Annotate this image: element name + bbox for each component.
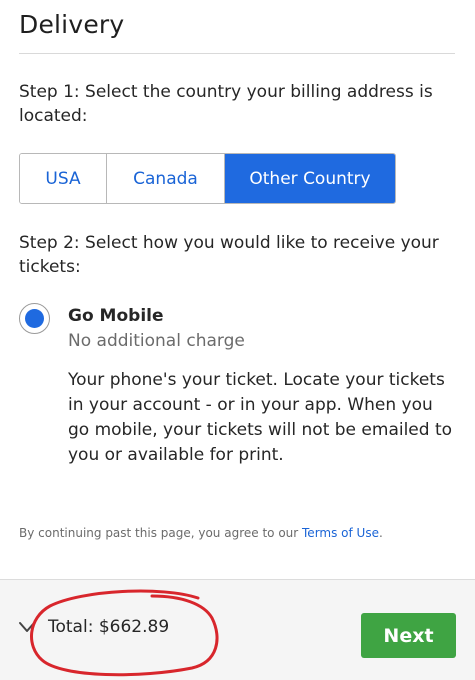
step1-instruction: Step 1: Select the country your billing … (19, 82, 433, 126)
go-mobile-description: Your phone's your ticket. Locate your ti… (68, 370, 453, 465)
go-mobile-subtitle: No additional charge (68, 331, 245, 351)
go-mobile-title[interactable]: Go Mobile (68, 306, 164, 326)
country-option-other[interactable]: Other Country (225, 154, 395, 203)
country-option-usa[interactable]: USA (20, 154, 107, 203)
step2-instruction: Step 2: Select how you would like to rec… (19, 233, 439, 277)
header-divider (19, 53, 455, 54)
radio-selected-dot (25, 309, 44, 328)
delivery-page: Delivery Step 1: Select the country your… (0, 0, 475, 680)
terms-prefix: By continuing past this page, you agree … (19, 526, 303, 540)
checkout-footer: Total: $662.89 Next (0, 579, 475, 680)
page-title: Delivery (19, 10, 125, 39)
terms-notice: By continuing past this page, you agree … (19, 526, 383, 540)
country-selector: USA Canada Other Country (19, 153, 396, 204)
next-button[interactable]: Next (361, 613, 456, 658)
go-mobile-radio[interactable] (19, 303, 50, 334)
terms-of-use-link[interactable]: Terms of Use (302, 526, 379, 540)
country-option-canada[interactable]: Canada (107, 154, 225, 203)
terms-suffix: . (378, 526, 383, 540)
red-circle-annotation (30, 589, 219, 677)
